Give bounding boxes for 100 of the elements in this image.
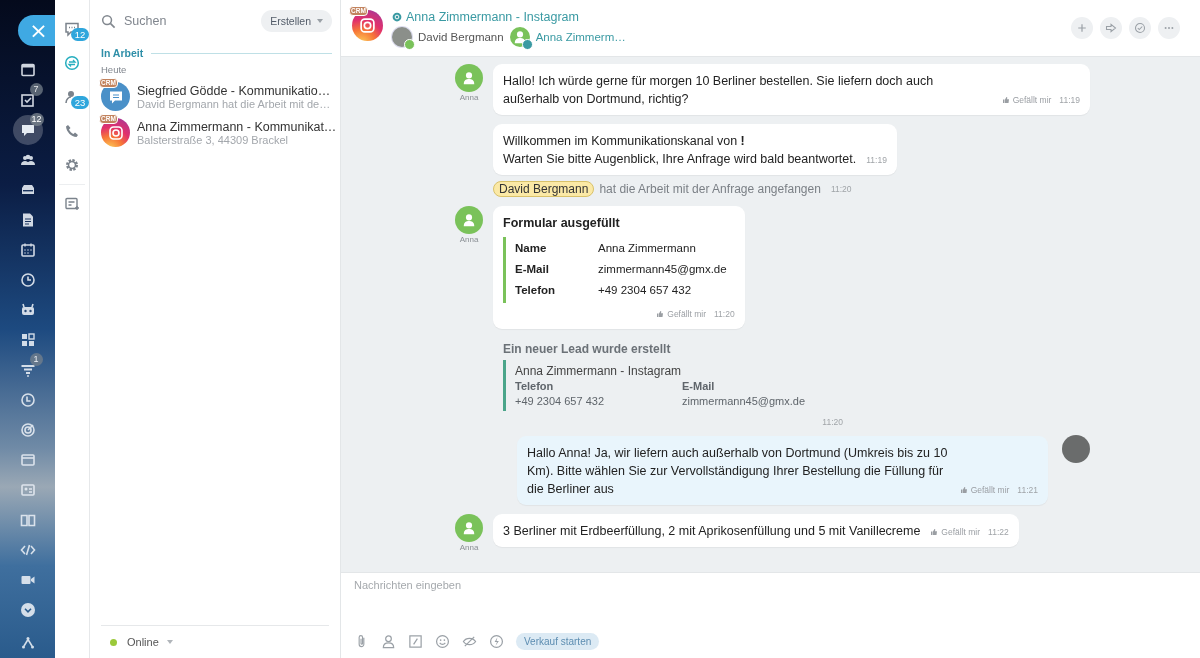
lead-title: Ein neuer Lead wurde erstellt: [503, 342, 671, 356]
toolbar-button[interactable]: [435, 634, 450, 649]
count-badge: 12: [71, 28, 89, 41]
search-field[interactable]: Suchen: [124, 14, 254, 28]
nav-item[interactable]: 7: [12, 85, 43, 115]
status-badge-icon: [404, 38, 415, 50]
count-badge: 12: [29, 113, 44, 126]
like-button[interactable]: Gefällt mir: [656, 309, 706, 319]
message-text: Willkommen im Kommunikationskanal von !: [503, 133, 746, 150]
phone-icon: [64, 123, 80, 139]
thumbs-up-icon: [656, 310, 665, 318]
field-value: zimmermann45@gmx.de: [682, 395, 806, 407]
field-label: Telefon: [515, 380, 555, 392]
field-label: E-Mail: [682, 380, 716, 392]
lead-name: Anna Zimmermann - Instagram: [515, 364, 683, 378]
header-action-button[interactable]: [1100, 17, 1122, 39]
user-avatar: [509, 26, 530, 47]
instagram-avatar: [352, 9, 383, 41]
target-icon: [19, 422, 36, 438]
message-text: Warten Sie bitte Augenblick, Ihre Anfrage wird bald beantwortet.: [503, 151, 857, 168]
add-icon: [1076, 22, 1088, 34]
chat-preview: David Bergmann hat die Arbeit mit de…: [137, 97, 331, 110]
search-icon: [101, 13, 116, 29]
field-value: +49 2304 657 432: [598, 283, 693, 298]
field-label: E-Mail: [515, 262, 550, 277]
edit-box-icon: [408, 634, 423, 649]
form-title: Formular ausgefüllt: [503, 215, 621, 232]
message-time: 11:19: [866, 155, 887, 165]
refresh-chat-icon: [64, 55, 80, 71]
message-time: 11:20: [822, 417, 843, 427]
notes-icon: [64, 196, 80, 212]
author-name: Anna: [459, 235, 479, 244]
toolbar-button[interactable]: [408, 634, 423, 649]
author-name: Anna: [459, 93, 479, 102]
thumbs-up-icon: [930, 528, 939, 536]
operator-avatar: [1062, 435, 1090, 463]
check-circle-icon: [1134, 22, 1146, 34]
user-avatar: [455, 206, 483, 234]
person-icon: [381, 634, 396, 649]
funnel-icon: [19, 362, 36, 378]
count-badge: 23: [71, 96, 89, 109]
message-time: 11:19: [1059, 95, 1080, 105]
message-text: Hallo Anna! Ja, wir liefern auch außerhalb von Dortmund (Umkreis bis zu 10 Km). Bitte wählen Sie zur Vervollständigung Ihrer Bestellung die Füllung für die Berliner aus: [527, 445, 949, 498]
event-text: hat die Arbeit mit der Anfrage angefangen: [599, 182, 821, 196]
close-button[interactable]: ×: [18, 15, 55, 46]
user-chip[interactable]: David Bergmann: [493, 181, 595, 197]
nav-item[interactable]: 12: [12, 115, 43, 145]
message-text: 3 Berliner mit Erdbeerfüllung, 2 mit Aprikosenfüllung und 5 mit Vanillecreme: [503, 523, 921, 540]
chat-avatar: [101, 82, 130, 111]
code-icon: [19, 542, 36, 558]
header-action-button[interactable]: [1129, 17, 1151, 39]
forward-icon: [1105, 22, 1117, 34]
count-badge: 1: [29, 353, 43, 366]
message-time: 11:21: [1017, 485, 1038, 495]
field-value: zimmermann45@gmx.de: [598, 262, 727, 277]
hidden-eye-icon: [462, 634, 477, 649]
message-text: Hallo! Ich würde gerne für morgen 10 Berliner bestellen. Sie liefern doch auch außerhalb von Dortmund, richtig?: [503, 73, 935, 108]
clock-icon: [19, 272, 36, 288]
toolbar-button[interactable]: [489, 634, 504, 649]
user-avatar: [455, 64, 483, 92]
like-button[interactable]: Gefällt mir: [959, 485, 1010, 495]
message-time: 11:22: [988, 527, 1009, 537]
instagram-avatar: [101, 118, 130, 147]
like-button[interactable]: Gefällt mir: [930, 527, 981, 537]
field-value: Anna Zimmermann: [598, 241, 697, 256]
status-dot: [110, 638, 117, 646]
grid-icon: [19, 332, 36, 348]
robot-icon: [19, 302, 36, 318]
status-badge-icon: [521, 38, 533, 50]
people-icon: [19, 152, 36, 168]
status-dropdown[interactable]: Online: [127, 636, 173, 648]
thumbs-up-icon: [1001, 96, 1010, 104]
chat-title: Anna Zimmermann - Instagram: [406, 9, 579, 24]
message-time: 11:20: [830, 184, 852, 194]
participant-name[interactable]: David Bergmann: [418, 30, 504, 43]
thumbs-up-icon: [959, 486, 968, 494]
toolbar-button[interactable]: [462, 634, 477, 649]
book-icon: [19, 512, 36, 528]
caret-icon: [166, 640, 173, 644]
nav-item[interactable]: 1: [12, 355, 43, 385]
chat-preview: Balsterstraße 3, 44309 Brackel: [137, 133, 290, 146]
smiley-icon: [435, 634, 450, 649]
message-time: 11:20: [714, 309, 735, 319]
toolbar-button[interactable]: [381, 634, 396, 649]
window-icon: [19, 452, 36, 468]
caret-icon: [317, 19, 323, 23]
participant-name[interactable]: Anna Zimmerm…: [535, 30, 626, 43]
lightning-icon: [489, 634, 504, 649]
user-avatar: [455, 514, 483, 542]
date-label: Heute: [101, 64, 128, 75]
start-sale-button[interactable]: Verkauf starten: [516, 633, 600, 650]
chevron-down-icon: [19, 602, 36, 618]
calendar-icon: [19, 242, 36, 258]
create-button[interactable]: Erstellen: [261, 10, 332, 32]
message-input[interactable]: Nachrichten eingeben: [354, 579, 1187, 591]
field-label: Name: [515, 241, 548, 256]
contact-card-icon: [19, 482, 36, 498]
checkbox-icon: [19, 92, 36, 108]
like-button[interactable]: Gefällt mir: [1001, 95, 1052, 105]
count-badge: 7: [29, 83, 43, 96]
